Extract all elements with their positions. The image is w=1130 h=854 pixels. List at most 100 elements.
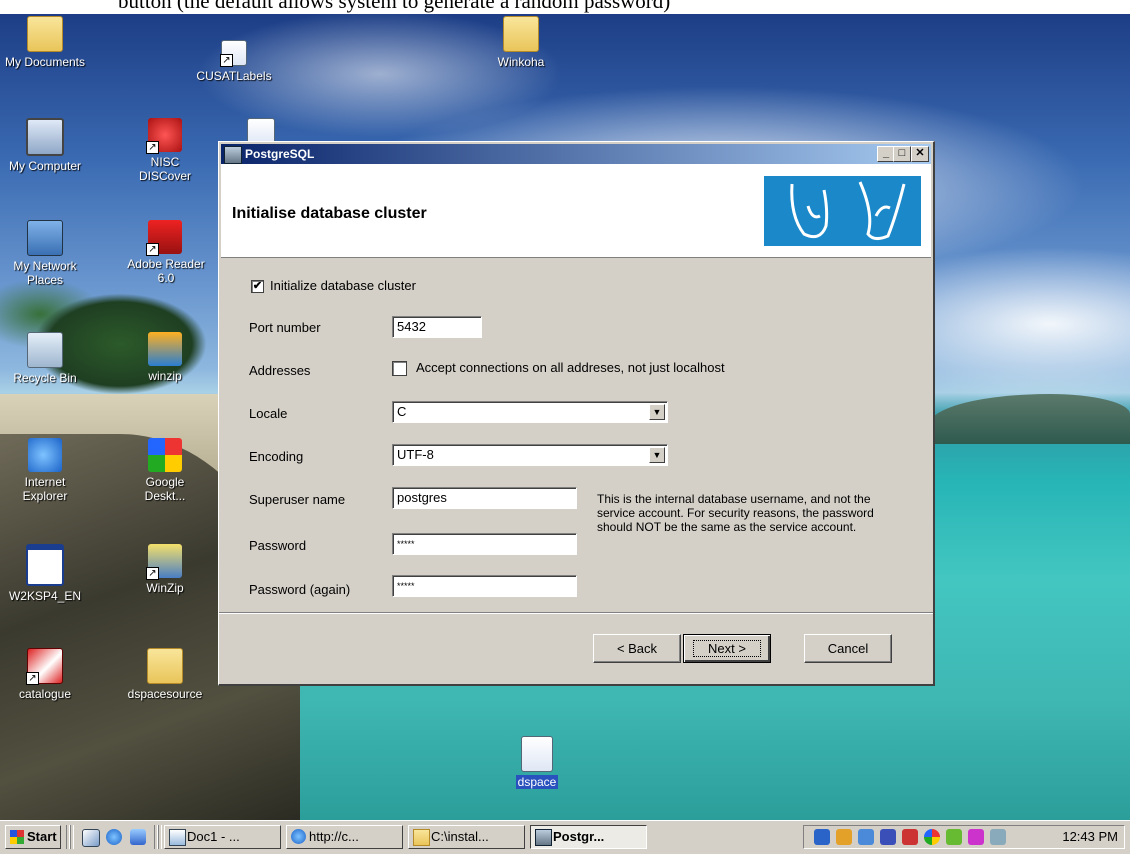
desktop-icon-winzip-setup[interactable]: winzip [122,332,208,383]
close-button[interactable]: ✕ [911,146,929,162]
start-button[interactable]: Start [5,825,61,849]
desktop-icon-adobe-reader[interactable]: Adobe Reader 6.0 [122,220,208,285]
password-label: Password [249,538,307,553]
desktop-icon-winkoha[interactable]: Winkoha [478,16,564,69]
desktop-icon-my-documents[interactable]: My Documents [2,16,88,69]
next-button-label: Next > [693,640,761,657]
next-button[interactable]: Next > [683,634,771,663]
encoding-label: Encoding [249,449,304,464]
desktop-icon-label: NISC DISCover [138,155,191,183]
internet-explorer-icon[interactable] [106,829,122,845]
desktop-icon-winzip[interactable]: WinZip [122,544,208,595]
document-caption-text: button (the default allows system to gen… [118,0,671,13]
word-document-icon [521,736,553,772]
password-input[interactable]: ***** [392,533,577,555]
wallpaper-island [930,394,1130,444]
application-window-icon [26,544,64,586]
desktop-icon-label: winzip [148,369,182,383]
addresses-label: Addresses [249,363,311,378]
desktop-icon-cusatlabels[interactable]: CUSATLabels [191,32,277,83]
title-bar[interactable]: PostgreSQL _ □ ✕ [221,144,931,164]
nisc-icon [146,118,182,154]
postgresql-installer-dialog: PostgreSQL _ □ ✕ Initialise database clu… [218,141,935,686]
password-again-input[interactable]: ***** [392,575,577,597]
desktop-icon-label: My Documents [4,55,86,69]
locale-selected-value: C [397,404,407,419]
desktop-icon-label: Internet Explorer [22,475,68,503]
superuser-help-text: This is the internal database username, … [597,492,874,534]
desktop-icon-label: dspacesource [127,687,203,701]
folder-icon [147,648,183,684]
encoding-selected-value: UTF-8 [397,447,434,462]
locale-label: Locale [249,406,288,421]
folder-icon [27,16,63,52]
network-tray-icon[interactable] [814,829,830,845]
locale-select[interactable]: C ▼ [392,401,668,423]
superuser-label: Superuser name [249,492,346,507]
desktop-icon-dspace[interactable]: dspace [494,736,580,789]
elephant-logo-icon [764,176,921,246]
taskbar-item-internet-explorer[interactable]: http://c... [286,825,403,849]
maximize-button[interactable]: □ [893,146,911,162]
taskbar-item-doc1[interactable]: Doc1 - ... [164,825,281,849]
outlook-express-icon[interactable] [130,829,146,845]
catalogue-icon [26,648,63,685]
desktop-icon-w2ksp4-en[interactable]: W2KSP4_EN [2,544,88,603]
start-button-label: Start [27,829,57,844]
winzip-icon [146,544,182,580]
button-separator [219,612,933,614]
tray-app-icon[interactable] [946,829,962,845]
desktop-icon-label: W2KSP4_EN [8,589,82,603]
cancel-button-label: Cancel [827,641,869,656]
desktop-icon-my-computer[interactable]: My Computer [2,118,88,173]
antivirus-tray-icon[interactable] [902,829,918,845]
shield-tray-icon[interactable] [880,829,896,845]
superuser-input[interactable]: postgres [392,487,577,509]
initialize-cluster-checkbox[interactable]: ✔ [251,280,264,293]
installer-app-icon [224,146,242,164]
encoding-select[interactable]: UTF-8 ▼ [392,444,668,466]
system-tray: 12:43 PM [803,825,1125,849]
back-button[interactable]: < Back [593,634,681,663]
chevron-down-icon[interactable]: ▼ [649,447,665,463]
desktop-icon-dspacesource[interactable]: dspacesource [122,648,208,701]
google-desktop-icon [148,438,182,472]
port-input[interactable]: 5432 [392,316,482,338]
cancel-button[interactable]: Cancel [804,634,892,663]
desktop-icon-label: WinZip [146,581,184,595]
speaker-tray-icon[interactable] [990,829,1006,845]
desktop-icon-recycle-bin[interactable]: Recycle Bin [2,332,88,385]
taskbar-item-label: Postgr... [553,829,605,844]
recycle-bin-icon [27,332,63,368]
postgresql-elephant-logo [764,176,921,246]
adobe-reader-icon [146,220,182,256]
show-desktop-icon[interactable] [82,829,100,847]
desktop-icon-my-network-places[interactable]: My Network Places [2,220,88,287]
desktop-icon-label: Winkoha [497,55,545,69]
tray-app-icon[interactable] [836,829,852,845]
taskbar-item-postgresql[interactable]: Postgr... [530,825,647,849]
desktop-icon-google-desktop[interactable]: Google Deskt... [122,438,208,503]
word-document-icon [169,829,186,846]
installer-app-icon [535,829,552,846]
taskbar-divider [70,825,74,849]
taskbar-item-label: C:\instal... [431,829,489,844]
dialog-header: Initialise database cluster [221,164,931,258]
clock[interactable]: 12:43 PM [1062,829,1118,844]
desktop-icon-label: Google Deskt... [144,475,186,503]
document-icon [220,40,247,67]
document-caption-strip: button (the default allows system to gen… [0,0,1130,14]
taskbar-item-explorer-folder[interactable]: C:\instal... [408,825,525,849]
chevron-down-icon[interactable]: ▼ [649,404,665,420]
desktop-icon-label: Adobe Reader 6.0 [127,257,205,285]
window-title: PostgreSQL [245,147,315,161]
desktop-icon-internet-explorer[interactable]: Internet Explorer [2,438,88,503]
accept-all-addresses-checkbox[interactable] [392,361,407,376]
monitor-tray-icon[interactable] [858,829,874,845]
google-desktop-tray-icon[interactable] [924,829,940,845]
language-tray-icon[interactable] [968,829,984,845]
desktop-icon-catalogue[interactable]: catalogue [2,648,88,701]
page-title: Initialise database cluster [232,205,427,222]
desktop-icon-nisc-discover[interactable]: NISC DISCover [122,118,208,183]
password-again-label: Password (again) [249,582,351,597]
